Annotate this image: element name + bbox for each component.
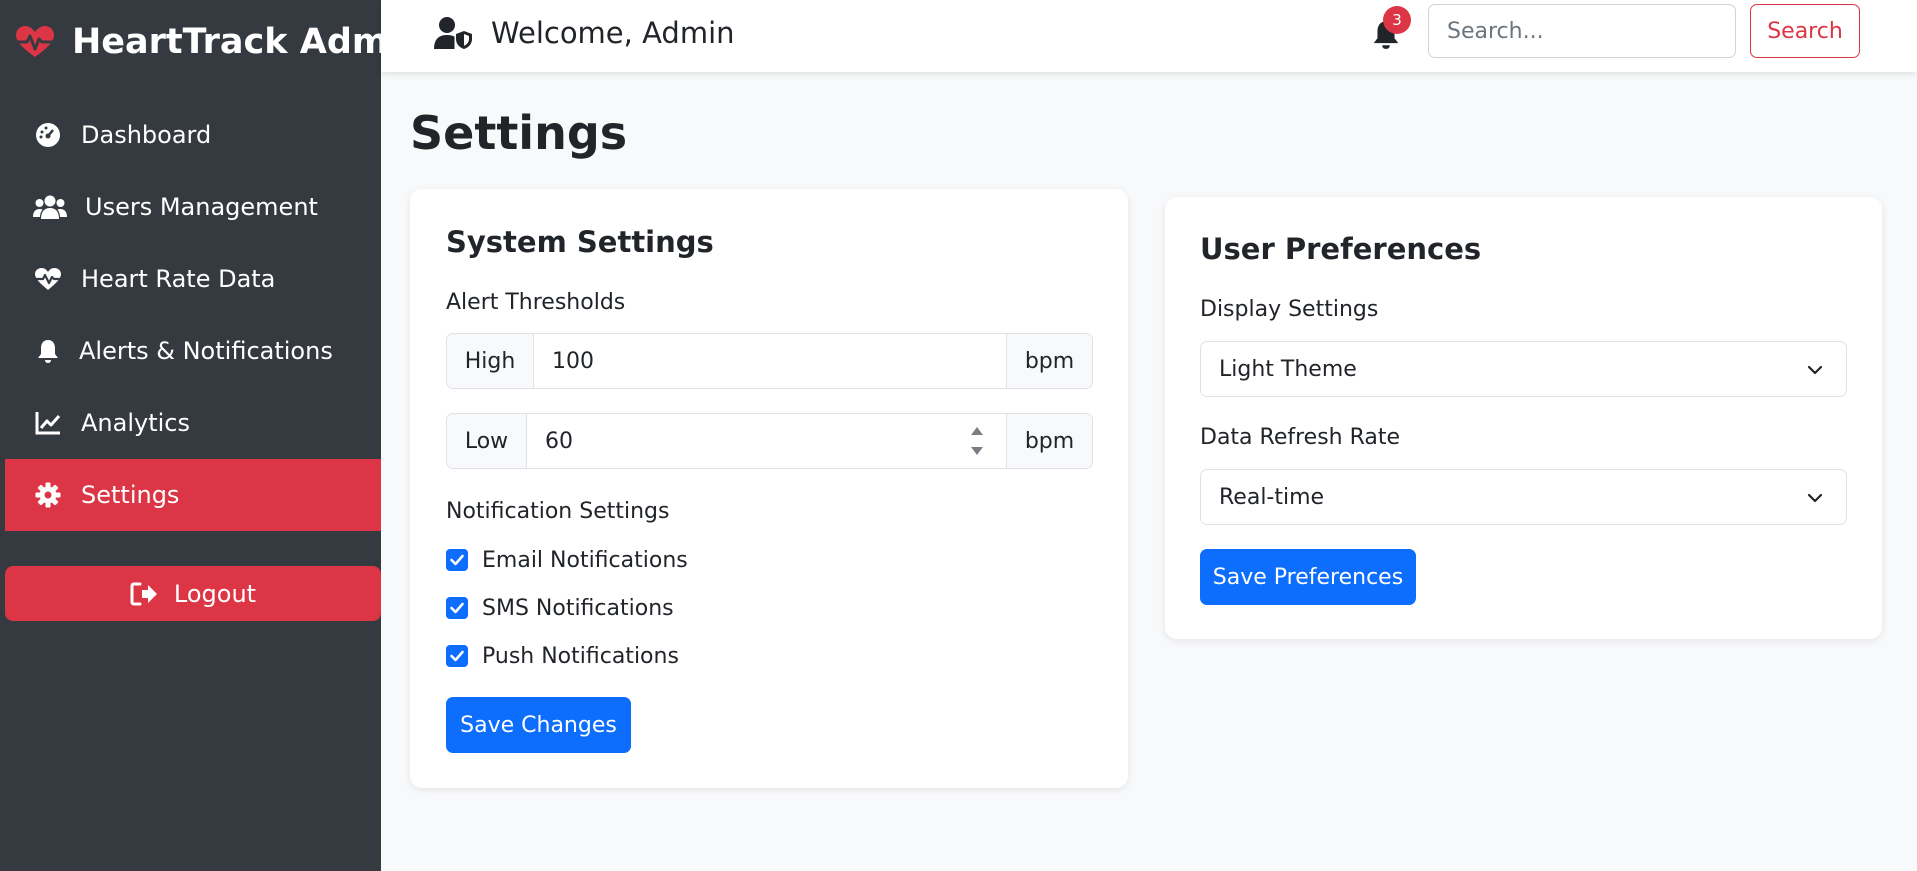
checkmark-icon	[450, 602, 464, 614]
sidebar-item-settings[interactable]: Settings	[5, 459, 381, 531]
notification-count-badge: 3	[1383, 6, 1411, 34]
sidebar-item-label: Analytics	[81, 409, 190, 437]
user-shield-icon	[434, 17, 472, 49]
high-unit: bpm	[1006, 334, 1092, 388]
bell-icon	[33, 337, 63, 365]
high-threshold-input[interactable]: 100	[534, 334, 1006, 388]
logout-label: Logout	[173, 579, 257, 608]
alert-thresholds-label: Alert Thresholds	[446, 290, 626, 315]
sidebar-item-dashboard[interactable]: Dashboard	[5, 99, 381, 171]
sidebar-item-heart-rate-data[interactable]: Heart Rate Data	[5, 243, 381, 315]
page-title: Settings	[410, 106, 628, 160]
email-notifications-checkbox[interactable]	[446, 549, 468, 571]
low-threshold-group: Low 60 bpm	[446, 413, 1093, 469]
checkbox-label: Email Notifications	[482, 547, 688, 573]
card-title: System Settings	[446, 225, 714, 259]
high-label: High	[447, 334, 534, 388]
refresh-rate-select-value: Real-time	[1219, 484, 1325, 510]
sidebar-item-label: Heart Rate Data	[81, 265, 276, 293]
email-notifications-option[interactable]: Email Notifications	[446, 544, 688, 576]
low-label: Low	[447, 414, 527, 468]
sidebar-item-label: Settings	[81, 481, 180, 509]
gear-icon	[33, 481, 63, 509]
tachometer-icon	[33, 121, 63, 149]
search-input[interactable]	[1428, 4, 1736, 58]
chevron-down-icon	[1807, 493, 1823, 503]
sidebar-item-label: Dashboard	[81, 121, 212, 149]
sidebar-item-analytics[interactable]: Analytics	[5, 387, 381, 459]
search-button[interactable]: Search	[1750, 4, 1860, 58]
number-spinner-icon[interactable]	[970, 423, 984, 459]
chevron-down-icon	[1807, 365, 1823, 375]
theme-select-value: Light Theme	[1219, 356, 1357, 382]
user-preferences-card: User Preferences Display Settings Light …	[1165, 197, 1882, 639]
brand[interactable]: HeartTrack Admin	[14, 18, 425, 66]
checkmark-icon	[450, 650, 464, 662]
line-chart-icon	[33, 409, 63, 437]
system-settings-card: System Settings Alert Thresholds High 10…	[410, 189, 1128, 788]
heart-pulse-icon	[16, 26, 54, 57]
refresh-rate-select[interactable]: Real-time	[1200, 469, 1847, 525]
checkbox-label: SMS Notifications	[482, 595, 674, 621]
notification-settings-label: Notification Settings	[446, 499, 670, 524]
data-refresh-rate-label: Data Refresh Rate	[1200, 425, 1401, 450]
display-settings-label: Display Settings	[1200, 297, 1379, 322]
top-bar: Welcome, Admin 3 Search	[381, 0, 1917, 72]
sidebar-item-label: Users Management	[85, 193, 318, 221]
sign-out-icon	[130, 582, 157, 605]
checkbox-label: Push Notifications	[482, 643, 679, 669]
low-threshold-value: 60	[545, 428, 573, 454]
sms-notifications-option[interactable]: SMS Notifications	[446, 592, 674, 624]
high-threshold-value: 100	[552, 348, 594, 374]
sidebar-item-users-management[interactable]: Users Management	[5, 171, 381, 243]
card-title: User Preferences	[1200, 232, 1482, 266]
welcome-text: Welcome, Admin	[491, 16, 735, 50]
low-unit: bpm	[1006, 414, 1092, 468]
brand-title: HeartTrack Admin	[72, 22, 426, 62]
sidebar: HeartTrack Admin Dashboard Users Managem…	[0, 0, 425, 871]
sidebar-item-alerts-notifications[interactable]: Alerts & Notifications	[5, 315, 381, 387]
theme-select[interactable]: Light Theme	[1200, 341, 1847, 397]
welcome-area: Welcome, Admin	[433, 14, 735, 52]
low-threshold-input[interactable]: 60	[527, 414, 1006, 468]
save-changes-button[interactable]: Save Changes	[446, 697, 631, 753]
save-preferences-button[interactable]: Save Preferences	[1200, 549, 1416, 605]
high-threshold-group: High 100 bpm	[446, 333, 1093, 389]
heartbeat-icon	[33, 265, 63, 293]
logout-button[interactable]: Logout	[5, 566, 381, 621]
sms-notifications-checkbox[interactable]	[446, 597, 468, 619]
users-icon	[33, 193, 67, 221]
push-notifications-option[interactable]: Push Notifications	[446, 640, 679, 672]
checkmark-icon	[450, 554, 464, 566]
push-notifications-checkbox[interactable]	[446, 645, 468, 667]
sidebar-item-label: Alerts & Notifications	[79, 337, 333, 365]
